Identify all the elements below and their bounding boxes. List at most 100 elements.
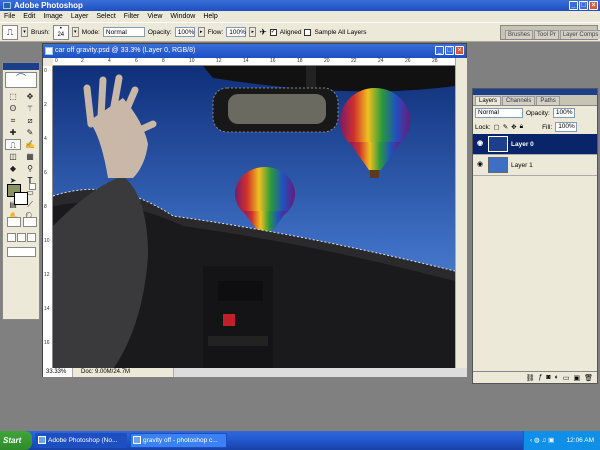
zoom-level-field[interactable]: 33.33% — [43, 368, 73, 377]
airbrush-icon[interactable]: ✈ — [259, 27, 267, 38]
ruler-h-tick: 4 — [108, 58, 111, 64]
link-layers-icon[interactable]: ⛓ — [526, 374, 535, 382]
aligned-checkbox[interactable]: ✓ — [269, 28, 277, 36]
history-brush-icon[interactable]: ✍ — [22, 139, 38, 150]
gradient-tool-icon[interactable]: ▦ — [22, 151, 38, 162]
eraser-tool-icon[interactable]: ◫ — [5, 151, 21, 162]
slice-tool-icon[interactable]: ⧄ — [22, 115, 38, 126]
well-tab-tool-presets[interactable]: Tool Pr — [534, 30, 559, 39]
new-group-icon[interactable]: ▭ — [563, 374, 570, 382]
vertical-ruler[interactable]: 0 2 4 6 8 10 12 14 16 — [43, 66, 53, 369]
layer-row-1[interactable]: ◉ Layer 1 — [473, 155, 597, 176]
document-titlebar[interactable]: car off gravity.psd @ 33.3% (Layer 0, RG… — [43, 44, 466, 58]
blend-mode-select[interactable]: Normal — [475, 108, 523, 118]
ruler-v-tick: 0 — [44, 68, 47, 74]
layer-opacity-label: Opacity: — [526, 109, 550, 117]
ruler-h-tick: 2 — [81, 58, 84, 64]
clone-stamp-tool-preset-icon[interactable]: ⎍ — [2, 24, 18, 40]
move-tool-icon[interactable]: ✥ — [22, 91, 38, 102]
menu-help[interactable]: Help — [199, 11, 221, 22]
menu-file[interactable]: File — [0, 11, 19, 22]
healing-brush-icon[interactable]: ✚ — [5, 127, 21, 138]
mode-select[interactable]: Normal — [102, 27, 145, 37]
document-info[interactable]: Doc: 9.00M/24.7M — [73, 368, 173, 377]
clock[interactable]: 12:06 AM — [567, 437, 594, 444]
fill-field[interactable]: 100% — [555, 122, 578, 132]
visibility-eye-icon[interactable]: ◉ — [475, 139, 485, 149]
horizontal-ruler[interactable]: 0 2 4 6 8 10 12 14 16 18 20 22 24 26 28 — [53, 58, 455, 66]
standard-mode-icon[interactable] — [7, 217, 21, 227]
menu-image[interactable]: Image — [39, 11, 66, 22]
adobe-online-logo[interactable]: ⌒ — [5, 72, 37, 88]
well-tab-layer-comps[interactable]: Layer Comps — [559, 30, 600, 39]
well-tab-brushes[interactable]: Brushes — [505, 30, 534, 39]
start-button[interactable]: Start — [0, 431, 32, 450]
marquee-tool-icon[interactable]: ⬚ — [5, 91, 21, 102]
lock-position-icon[interactable]: ✥ — [511, 123, 516, 131]
vertical-scrollbar[interactable] — [455, 58, 467, 369]
menu-select[interactable]: Select — [92, 11, 119, 22]
brush-dropdown[interactable]: ▾ — [71, 27, 79, 37]
lock-transparent-icon[interactable]: ▢ — [494, 123, 500, 131]
visibility-eye-icon[interactable]: ◉ — [475, 160, 485, 170]
close-icon[interactable]: × — [589, 1, 598, 10]
toolbox-grip[interactable] — [3, 63, 39, 70]
full-screen-mode-icon[interactable] — [27, 233, 36, 242]
ruler-v-tick: 10 — [44, 238, 50, 244]
flow-field[interactable]: 100% — [226, 27, 247, 37]
menu-edit[interactable]: Edit — [19, 11, 39, 22]
tool-preset-dropdown[interactable]: ▾ — [21, 27, 28, 37]
doc-minimize-icon[interactable]: _ — [435, 46, 444, 55]
lasso-tool-icon[interactable]: ʘ — [5, 103, 21, 114]
flow-dropdown[interactable]: ▸ — [249, 27, 257, 37]
lock-image-icon[interactable]: ✎ — [503, 123, 508, 131]
menu-view[interactable]: View — [143, 11, 166, 22]
layer-style-icon[interactable]: ƒ — [538, 374, 542, 381]
flow-label: Flow: — [207, 28, 224, 36]
document-title: car off gravity.psd @ 33.3% (Layer 0, RG… — [55, 47, 196, 54]
tab-channels[interactable]: Channels — [502, 96, 536, 105]
layer-row-0[interactable]: ◉ Layer 0 — [473, 134, 597, 155]
standard-screen-mode-icon[interactable] — [7, 233, 16, 242]
quick-mask-mode-icon[interactable] — [23, 217, 37, 227]
menu-layer[interactable]: Layer — [67, 11, 93, 22]
maximize-icon[interactable]: □ — [579, 1, 588, 10]
opacity-dropdown[interactable]: ▸ — [197, 27, 205, 37]
jump-to-imageready-icon[interactable] — [7, 247, 36, 257]
doc-maximize-icon[interactable]: □ — [445, 46, 454, 55]
lock-all-icon[interactable]: 🔒︎ — [520, 123, 523, 131]
menu-filter[interactable]: Filter — [120, 11, 144, 22]
brush-tool-icon[interactable]: ✎ — [22, 127, 38, 138]
layer-thumbnail — [488, 136, 508, 152]
opacity-field[interactable]: 100% — [174, 27, 195, 37]
blend-row: Normal Opacity: 100% — [473, 106, 597, 120]
ruler-h-tick: 6 — [135, 58, 138, 64]
taskbar-item-browser[interactable]: gravity off - photoshop c... — [130, 433, 227, 448]
minimize-icon[interactable]: _ — [569, 1, 578, 10]
delete-layer-icon[interactable]: 🗑︎ — [584, 374, 593, 382]
brush-picker[interactable]: • 24 — [52, 24, 69, 40]
sample-all-checkbox[interactable] — [304, 28, 312, 36]
full-screen-menu-mode-icon[interactable] — [17, 233, 26, 242]
fill-label: Fill: — [542, 123, 553, 131]
taskbar-item-photoshop[interactable]: Adobe Photoshop (No... — [35, 433, 127, 448]
clone-stamp-tool-icon[interactable]: ⎍ — [5, 139, 21, 150]
tab-paths[interactable]: Paths — [536, 96, 560, 105]
menu-window[interactable]: Window — [166, 11, 199, 22]
swap-colors-icon[interactable] — [29, 183, 36, 190]
crop-tool-icon[interactable]: ⌗ — [5, 115, 21, 126]
doc-close-icon[interactable]: × — [455, 46, 464, 55]
layer-name: Layer 1 — [511, 161, 533, 169]
tray-icons[interactable]: ‹ ◍ ♫ ▣ — [530, 431, 554, 450]
background-color-swatch[interactable] — [14, 192, 28, 205]
image-canvas[interactable] — [53, 66, 455, 369]
horizontal-scrollbar[interactable] — [173, 368, 467, 377]
layer-opacity-field[interactable]: 100% — [552, 108, 575, 118]
layer-mask-icon[interactable]: ◙ — [546, 374, 550, 381]
tab-layers[interactable]: Layers — [475, 96, 502, 105]
blur-tool-icon[interactable]: ◆ — [5, 163, 21, 174]
dodge-tool-icon[interactable]: ⚲ — [22, 163, 38, 174]
magic-wand-tool-icon[interactable]: ⚚ — [22, 103, 38, 114]
adjustment-layer-icon[interactable]: ◐ — [555, 374, 559, 381]
new-layer-icon[interactable]: ▣ — [573, 374, 580, 382]
